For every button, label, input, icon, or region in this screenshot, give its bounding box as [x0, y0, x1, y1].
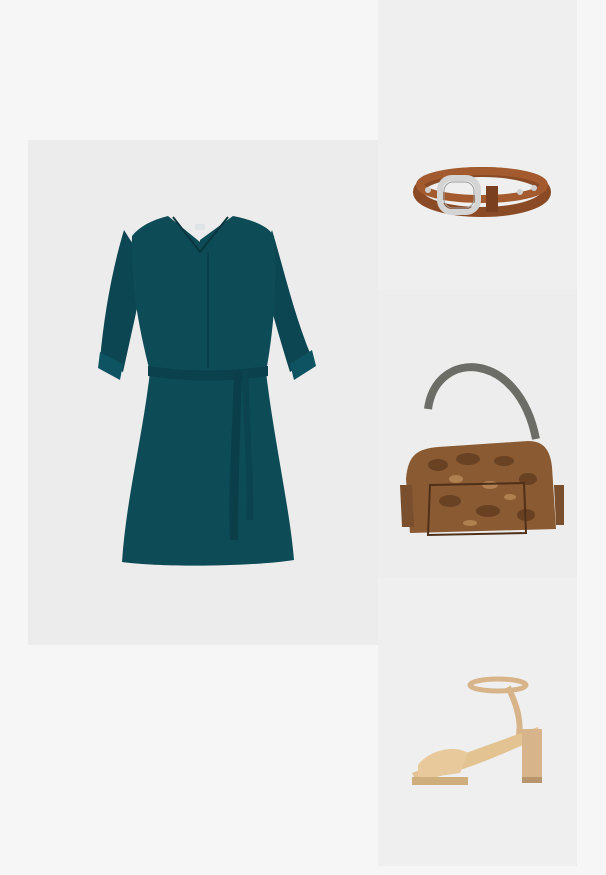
- belt-image: [413, 167, 551, 217]
- sandal-product-card[interactable]: [378, 577, 577, 866]
- handbag-image: [400, 363, 564, 537]
- dress-product-card[interactable]: [28, 140, 378, 645]
- handbag-product-card[interactable]: [378, 289, 577, 577]
- dress-image: [98, 216, 316, 566]
- outfit-accent-color: #0c4a55: [0, 0, 1, 1]
- belt-product-card[interactable]: [378, 0, 577, 289]
- sandal-image: [412, 676, 542, 785]
